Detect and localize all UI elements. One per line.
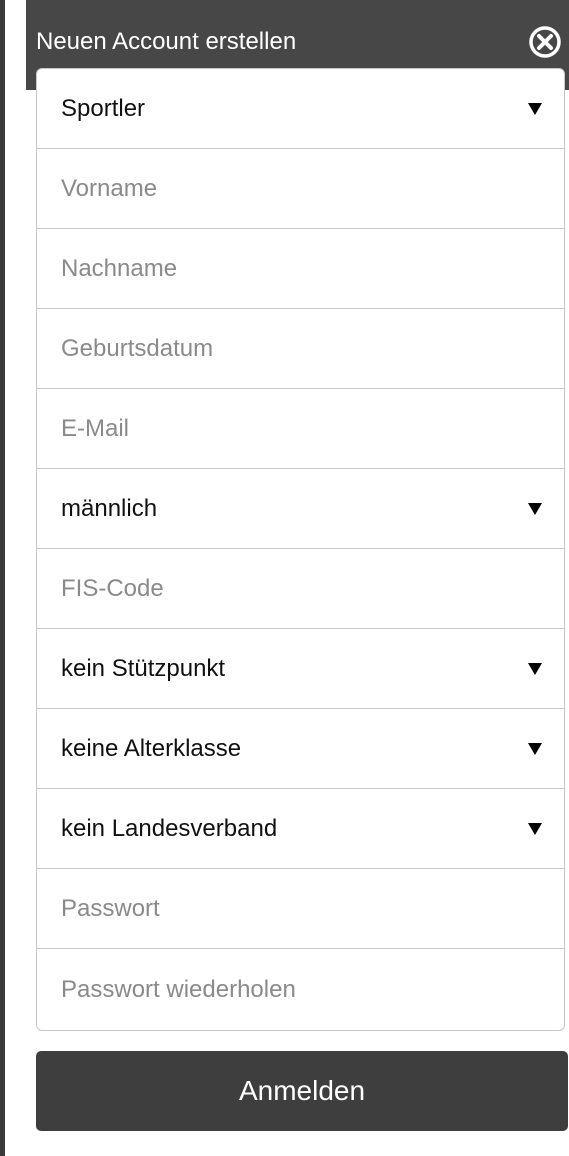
background-edge (0, 0, 5, 1156)
registration-form: Sportler männlich kein Stützpunkt keine … (36, 68, 565, 1031)
last-name-row (37, 229, 564, 309)
gender-select[interactable]: männlich (37, 469, 564, 549)
role-select[interactable]: Sportler (37, 69, 564, 149)
register-button[interactable]: Anmelden (36, 1051, 568, 1131)
dropdown-arrow-icon (528, 742, 542, 755)
birthdate-input[interactable] (61, 334, 531, 363)
last-name-input[interactable] (61, 254, 531, 283)
role-select-value: Sportler (61, 94, 146, 122)
first-name-row (37, 149, 564, 229)
base-select[interactable]: kein Stützpunkt (37, 629, 564, 709)
password-row (37, 869, 564, 949)
dialog-title: Neuen Account erstellen (36, 28, 297, 55)
password-repeat-row (37, 949, 564, 1030)
age-class-select-value: keine Alterklasse (61, 734, 242, 762)
create-account-dialog: Neuen Account erstellen Sportler männlic… (26, 0, 569, 1156)
fis-code-input[interactable] (61, 574, 531, 603)
fis-code-row (37, 549, 564, 629)
dropdown-arrow-icon (528, 662, 542, 675)
base-select-value: kein Stützpunkt (61, 654, 226, 682)
password-repeat-input[interactable] (61, 975, 531, 1004)
dropdown-arrow-icon (528, 822, 542, 835)
age-class-select[interactable]: keine Alterklasse (37, 709, 564, 789)
gender-select-value: männlich (61, 494, 158, 522)
state-association-select-value: kein Landesverband (61, 814, 278, 842)
dropdown-arrow-icon (528, 502, 542, 515)
password-input[interactable] (61, 894, 531, 923)
email-input[interactable] (61, 414, 531, 443)
birthdate-row (37, 309, 564, 389)
email-row (37, 389, 564, 469)
first-name-input[interactable] (61, 174, 531, 203)
close-button[interactable] (527, 24, 563, 60)
state-association-select[interactable]: kein Landesverband (37, 789, 564, 869)
close-circle-icon (529, 26, 561, 58)
dropdown-arrow-icon (528, 102, 542, 115)
